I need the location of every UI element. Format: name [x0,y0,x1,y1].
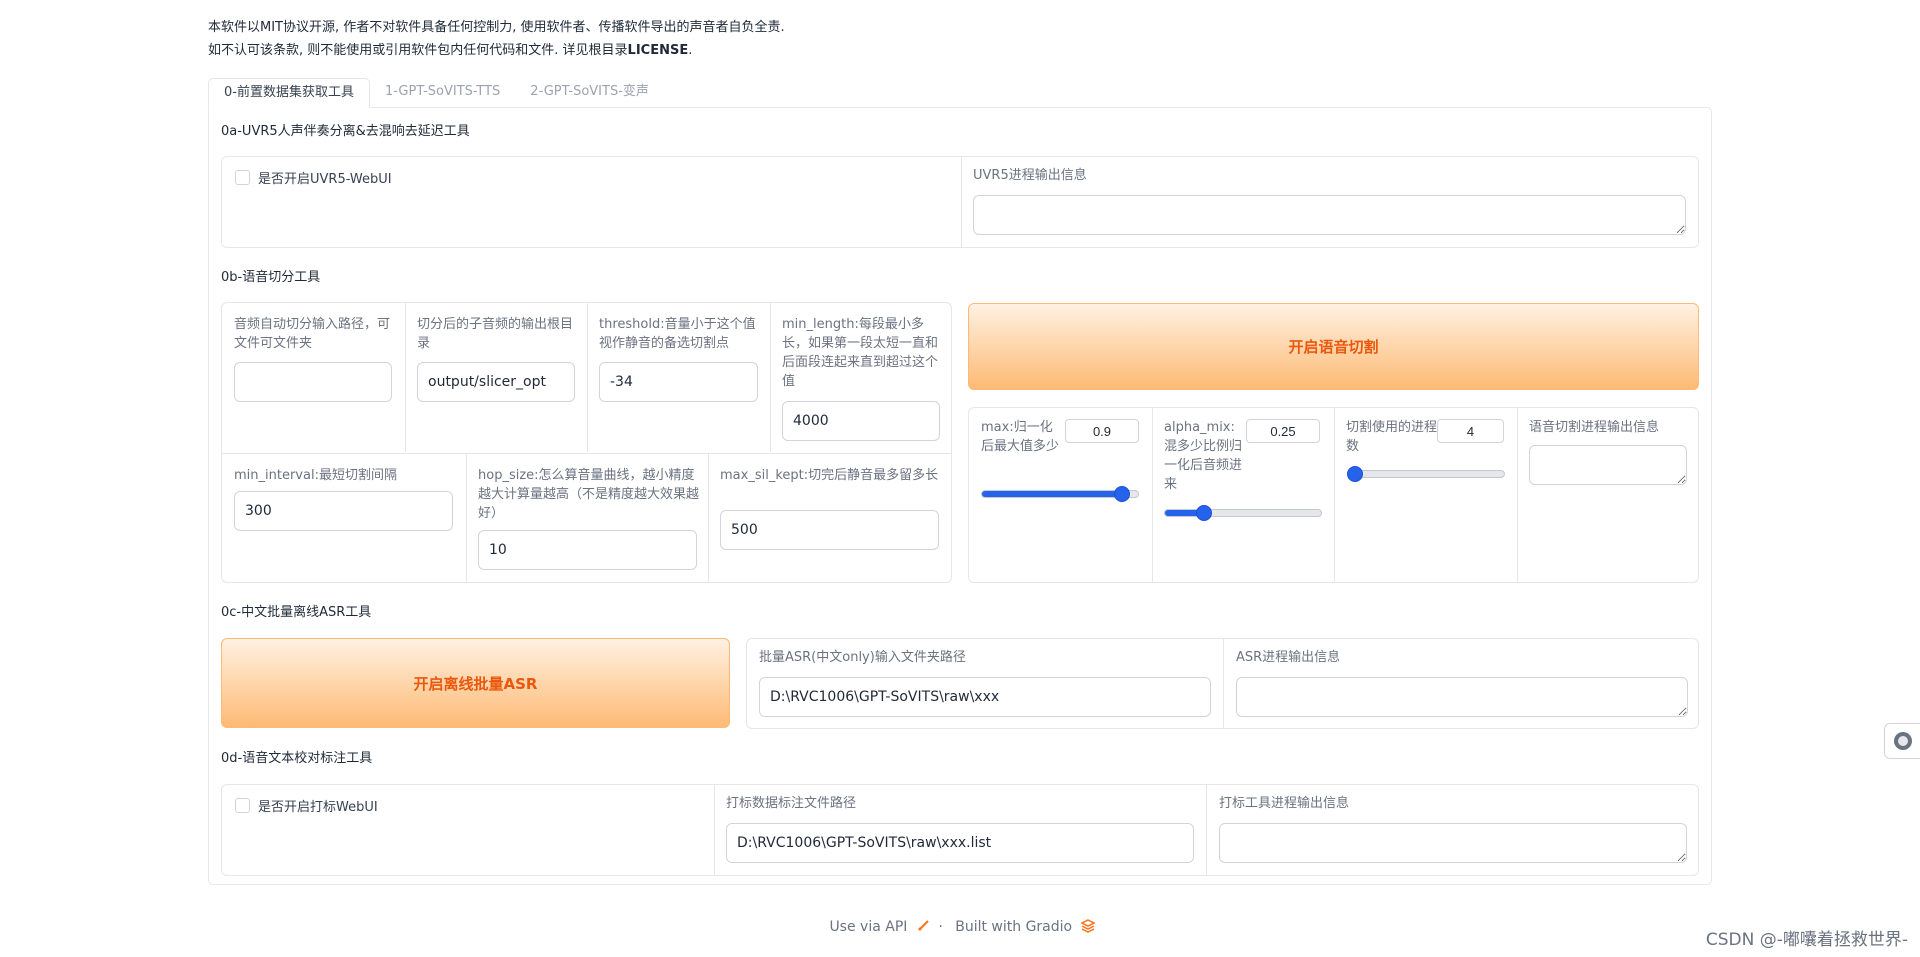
asr-output-label: ASR进程输出信息 [1236,650,1341,665]
notice-line-2-end: . [688,43,693,58]
asr-output-textbox[interactable] [1236,677,1688,717]
min-length-field[interactable] [782,401,940,441]
min-length-label: min_length:每段最小多长，如果第一段太短一直和后面段连起来直到超过这个… [782,317,939,389]
alpha-mix-label: alpha_mix:混多少比例归一化后音频进来 [1164,420,1243,492]
alpha-mix-slider-handle[interactable] [1196,505,1212,521]
tab-bar: 0-前置数据集获取工具 1-GPT-SoVITS-TTS 2-GPT-SoVIT… [208,78,664,108]
notice-line-2-text: 如不认可该条款, 则不能使用或引用软件包内任何代码和文件. 详见根目录 [208,43,628,58]
alpha-mix-number-input[interactable] [1246,419,1320,443]
uvr5-webui-checkbox-label[interactable]: 是否开启UVR5-WebUI [258,168,392,187]
uvr5-section-title: 0a-UVR5人声伴奏分离&去混响去延迟工具 [221,124,470,139]
asr-panel: 批量ASR(中文only)输入文件夹路径 ASR进程输出信息 [746,638,1699,729]
footer: Use via API · Built with Gradio [0,919,1920,935]
max-label: max:归一化后最大值多少 [981,420,1060,454]
start-slicing-button[interactable]: 开启语音切割 [968,303,1699,390]
uvr5-panel: 是否开启UVR5-WebUI UVR5进程输出信息 [221,156,1699,248]
asr-input-label: 批量ASR(中文only)输入文件夹路径 [759,650,966,665]
tab-dataset-tools[interactable]: 0-前置数据集获取工具 [208,78,370,108]
circle-toggle-icon [1893,732,1912,750]
labeling-path-label: 打标数据标注文件路径 [726,796,857,811]
divider [1152,408,1153,582]
gradio-logo-icon [1079,919,1096,933]
divider [961,157,962,247]
max-slider[interactable] [981,486,1139,502]
threshold-label: threshold:音量小于这个值视作静音的备选切割点 [599,317,756,351]
built-with-gradio-link[interactable]: Built with Gradio [955,919,1072,935]
max-sil-kept-label: max_sil_kept:切完后静音最多留多长 [720,468,939,483]
labeling-output-textbox[interactable] [1219,823,1687,863]
uvr5-output-textbox[interactable] [973,195,1686,235]
processes-slider-handle[interactable] [1347,466,1363,482]
divider [466,453,467,582]
asr-section-title: 0c-中文批量离线ASR工具 [221,605,372,620]
threshold-field[interactable] [599,362,758,402]
min-interval-field[interactable] [234,491,453,531]
tab-voice-change[interactable]: 2-GPT-SoVITS-变声 [515,78,664,108]
csdn-watermark: CSDN @-嘟囔着拯救世界- [1705,930,1908,950]
divider [770,303,771,452]
divider [1206,785,1207,875]
slicer-input-path-label: 音频自动切分输入路径，可文件可文件夹 [234,317,391,351]
labeling-output-label: 打标工具进程输出信息 [1219,796,1350,811]
labeling-section-title: 0d-语音文本校对标注工具 [221,751,373,766]
start-asr-button[interactable]: 开启离线批量ASR [221,638,730,728]
divider [714,785,715,875]
max-number-input[interactable] [1065,419,1139,443]
use-via-api-link[interactable]: Use via API [829,919,907,935]
slicer-output-root-field[interactable] [417,362,575,402]
alpha-mix-slider[interactable] [1164,505,1322,521]
license-notice: 本软件以MIT协议开源, 作者不对软件具备任何控制力, 使用软件者、传播软件导出… [208,16,785,62]
slicer-section-title: 0b-语音切分工具 [221,270,321,285]
max-slider-handle[interactable] [1114,486,1131,502]
processes-label: 切割使用的进程数 [1346,420,1438,454]
hop-size-field[interactable] [478,530,697,570]
divider [405,303,406,452]
slicer-params-panel: 音频自动切分输入路径，可文件可文件夹 切分后的子音频的输出根目录 thresho… [221,302,952,583]
notice-line-1: 本软件以MIT协议开源, 作者不对软件具备任何控制力, 使用软件者、传播软件导出… [208,20,785,35]
labeling-webui-checkbox[interactable] [235,798,250,813]
divider [222,453,951,454]
uvr5-output-label: UVR5进程输出信息 [973,168,1087,183]
labeling-panel: 是否开启打标WebUI 打标数据标注文件路径 打标工具进程输出信息 [221,784,1699,876]
max-sil-kept-field[interactable] [720,510,939,550]
slicer-input-path-field[interactable] [234,362,392,402]
slicer-normalize-panel: max:归一化后最大值多少 alpha_mix:混多少比例归一化后音频进来 切割… [968,407,1699,583]
footer-separator: · [938,919,943,935]
min-interval-label: min_interval:最短切割间隔 [234,468,397,483]
tab-tts[interactable]: 1-GPT-SoVITS-TTS [370,78,515,108]
asr-input-path-field[interactable] [759,677,1211,717]
divider [1334,408,1335,582]
processes-slider[interactable] [1347,466,1505,482]
rocket-icon [918,920,929,931]
processes-number-input[interactable] [1437,419,1504,443]
license-link-text: LICENSE [627,43,689,58]
slicer-output-label: 语音切割进程输出信息 [1529,420,1660,435]
divider [1223,639,1224,728]
divider [708,453,709,582]
hop-size-label: hop_size:怎么算音量曲线，越小精度越大计算量越高（不是精度越大效果越好） [478,468,700,521]
notice-line-2: 如不认可该条款, 则不能使用或引用软件包内任何代码和文件. 详见根目录LICEN… [208,39,785,62]
floating-side-widget[interactable] [1884,723,1920,759]
slicer-output-root-label: 切分后的子音频的输出根目录 [417,317,574,351]
labeling-path-field[interactable] [726,823,1194,863]
divider [1517,408,1518,582]
max-slider-fill [982,491,1123,497]
uvr5-webui-checkbox[interactable] [235,170,250,185]
divider [587,303,588,452]
labeling-webui-checkbox-label[interactable]: 是否开启打标WebUI [258,796,378,815]
slicer-output-textbox[interactable] [1529,445,1687,485]
